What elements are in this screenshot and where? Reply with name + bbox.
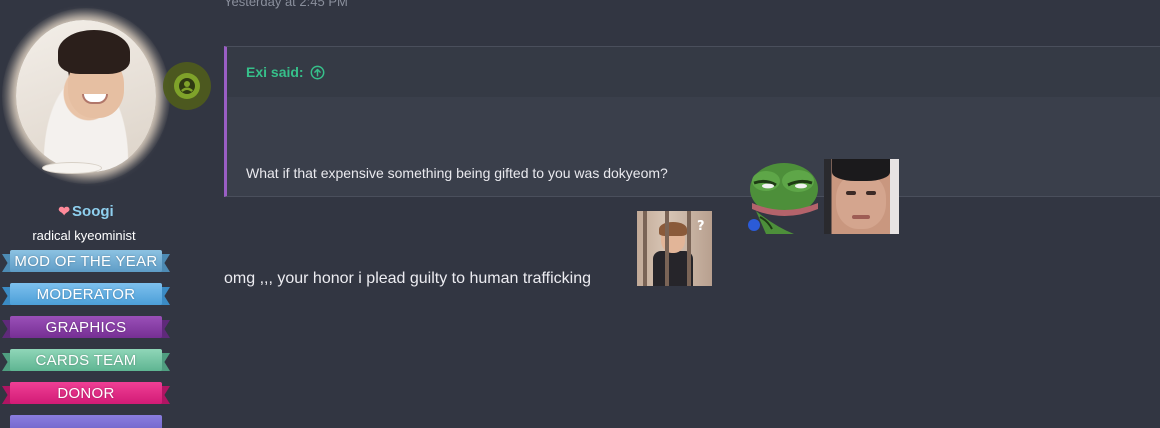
avatar-hair (58, 30, 130, 74)
banner-label: Donor (57, 384, 115, 402)
quote-header[interactable]: Exi said: (227, 47, 1160, 97)
banner-label: Moderator (36, 285, 136, 303)
avatar-image (16, 20, 156, 174)
post-message-text: omg ,,, your honor i plead guilty to hum… (224, 270, 592, 287)
emoji-face-eye (846, 191, 856, 195)
user-banners: Mod of the Year Moderator Graphics Cards… (2, 248, 170, 428)
emoji-face-skin (836, 173, 886, 229)
banner-partial (2, 413, 170, 428)
pepe-smug-emoji (748, 163, 818, 234)
heart-icon: ❤ (58, 203, 71, 219)
emoji-jail-bar (687, 211, 691, 286)
quote-body: What if that expensive something being g… (227, 97, 1160, 234)
jail-bars-emoji: ? (637, 211, 712, 286)
quote-author[interactable]: Exi said: (246, 64, 304, 80)
avatar-plate (42, 162, 102, 174)
banner-label: Cards Team (35, 351, 137, 369)
online-user-icon (179, 78, 195, 94)
banner-label: Mod of the Year (14, 252, 158, 270)
banner-donor: Donor (2, 380, 170, 406)
quote-text: What if that expensive something being g… (246, 165, 668, 181)
user-info-column: ❤ Soogi radical kyeominist Mod of the Yea… (0, 0, 211, 428)
emoji-jail-bar (643, 211, 647, 286)
emoji-face-mouth (852, 215, 870, 219)
username[interactable]: ❤ Soogi (0, 203, 172, 220)
emoji-jail-hair (659, 222, 687, 236)
banner-moderator: Moderator (2, 281, 170, 307)
quote-block: Exi said: What if that expensive somethi… (224, 46, 1160, 234)
username-text[interactable]: Soogi (72, 203, 114, 220)
user-avatar[interactable] (2, 8, 170, 184)
emoji-jail-bar (665, 211, 669, 286)
post-timestamp[interactable]: Yesterday at 2:45 PM (224, 0, 348, 9)
emoji-face-hair (832, 159, 890, 181)
face-closeup-emoji (824, 159, 899, 234)
banner-graphics: Graphics (2, 314, 170, 340)
banner-ribbon (10, 415, 162, 428)
banner-label: Graphics (45, 318, 127, 336)
arrow-up-circle-icon[interactable] (310, 65, 325, 80)
emoji-face-eye (866, 191, 876, 195)
banner-cards-team: Cards Team (2, 347, 170, 373)
user-title: radical kyeominist (32, 228, 136, 243)
question-mark-icon: ? (697, 219, 705, 234)
banner-mod-of-the-year: Mod of the Year (2, 248, 170, 274)
